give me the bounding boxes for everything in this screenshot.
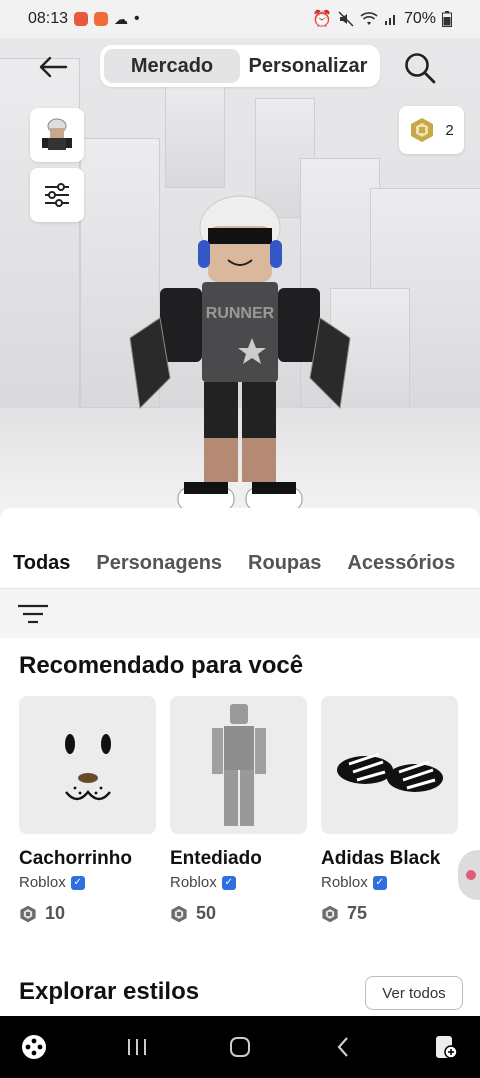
verified-badge-icon: ✓ [372,875,387,890]
scene-block [165,78,225,188]
creator-name: Roblox [19,874,66,891]
home-icon [230,1037,250,1057]
floating-dot-icon [466,870,476,880]
price-value: 75 [347,903,368,923]
filter-row [0,588,480,638]
accessibility-icon [436,1036,458,1059]
gamepad-icon [22,1035,46,1059]
item-price: 75 [321,903,458,924]
mode-segmented-control: Mercado Personalizar [100,45,380,87]
robux-icon [20,905,36,922]
mannequin-icon [211,704,266,826]
item-thumbnail [170,696,307,834]
battery-icon [442,11,452,27]
price-value: 50 [196,903,217,923]
avatar-character: RUNNER [129,195,351,511]
sort-filter-icon[interactable] [17,602,49,626]
avatar-thumbnail-button[interactable] [30,108,84,162]
app-notification-icon [94,12,109,26]
item-name: Adidas Black [321,848,441,869]
item-card[interactable]: Adidas Black Roblox ✓ 75 [321,696,458,924]
status-bar: 08:13 ☁ • ⏰ 70% [0,0,480,38]
robux-balance-button[interactable]: 2 [399,106,464,154]
item-price: 50 [170,903,307,924]
creator-name: Roblox [170,874,217,891]
arrow-left-icon [39,56,68,78]
verified-badge-icon: ✓ [70,875,85,890]
item-thumbnail [321,696,458,834]
price-value: 10 [45,903,66,923]
item-thumbnail [19,696,156,834]
see-all-button[interactable]: Ver todos [365,976,463,1010]
battery-percent: 70% [403,10,436,27]
floating-side-button[interactable] [458,850,480,900]
item-card[interactable]: Cachorrinho Roblox ✓ 10 [19,696,156,924]
status-time: 08:13 [28,10,69,27]
accessibility-button[interactable] [426,1027,466,1067]
back-nav-button[interactable] [323,1027,363,1067]
dog-face-icon [64,734,111,801]
explore-title: Explorar estilos [19,978,200,1005]
recommended-list: Cachorrinho Roblox ✓ 10 Entediado Roblox… [19,696,458,924]
sliders-icon [45,183,69,207]
avatar-thumbnail-icon [42,118,72,150]
item-card[interactable]: Entediado Roblox ✓ 50 [170,696,307,924]
home-button[interactable] [220,1027,260,1067]
game-launcher-button[interactable] [14,1027,54,1067]
item-name: Cachorrinho [19,848,132,869]
chevron-left-icon [337,1037,348,1057]
recent-apps-icon [128,1039,146,1055]
status-dot: • [134,10,140,27]
app-notification-icon [74,12,89,26]
item-name: Entediado [170,848,262,869]
search-icon [405,53,436,84]
item-creator: Roblox ✓ [321,874,458,891]
item-price: 10 [19,903,156,924]
avatar-preview-scene[interactable]: RUNNER Mercado Personalizar 2 [0,38,480,518]
robux-icon [411,118,434,142]
search-button[interactable] [400,48,440,88]
item-creator: Roblox ✓ [170,874,307,891]
tab-mercado[interactable]: Mercado [104,49,240,83]
robux-icon [322,905,338,922]
creator-name: Roblox [321,874,368,891]
recent-apps-button[interactable] [117,1027,157,1067]
svg-text:RUNNER: RUNNER [206,305,275,322]
marketplace-sheet: Todas Personagens Roupas Acessórios Reco… [0,508,480,1016]
robux-icon [171,905,187,922]
mute-icon [338,11,354,27]
tab-personalizar[interactable]: Personalizar [240,49,376,83]
back-button[interactable] [34,50,72,84]
filters-button[interactable] [30,168,84,222]
alarm-icon: ⏰ [312,11,332,28]
robux-balance: 2 [445,121,454,139]
signal-icon [384,15,395,25]
system-navigation-bar [0,1016,480,1078]
verified-badge-icon: ✓ [221,875,236,890]
slides-icon [336,752,443,792]
recommended-title: Recomendado para você [19,652,304,679]
cloud-icon: ☁ [114,10,129,27]
item-creator: Roblox ✓ [19,874,156,891]
wifi-icon [360,12,378,25]
